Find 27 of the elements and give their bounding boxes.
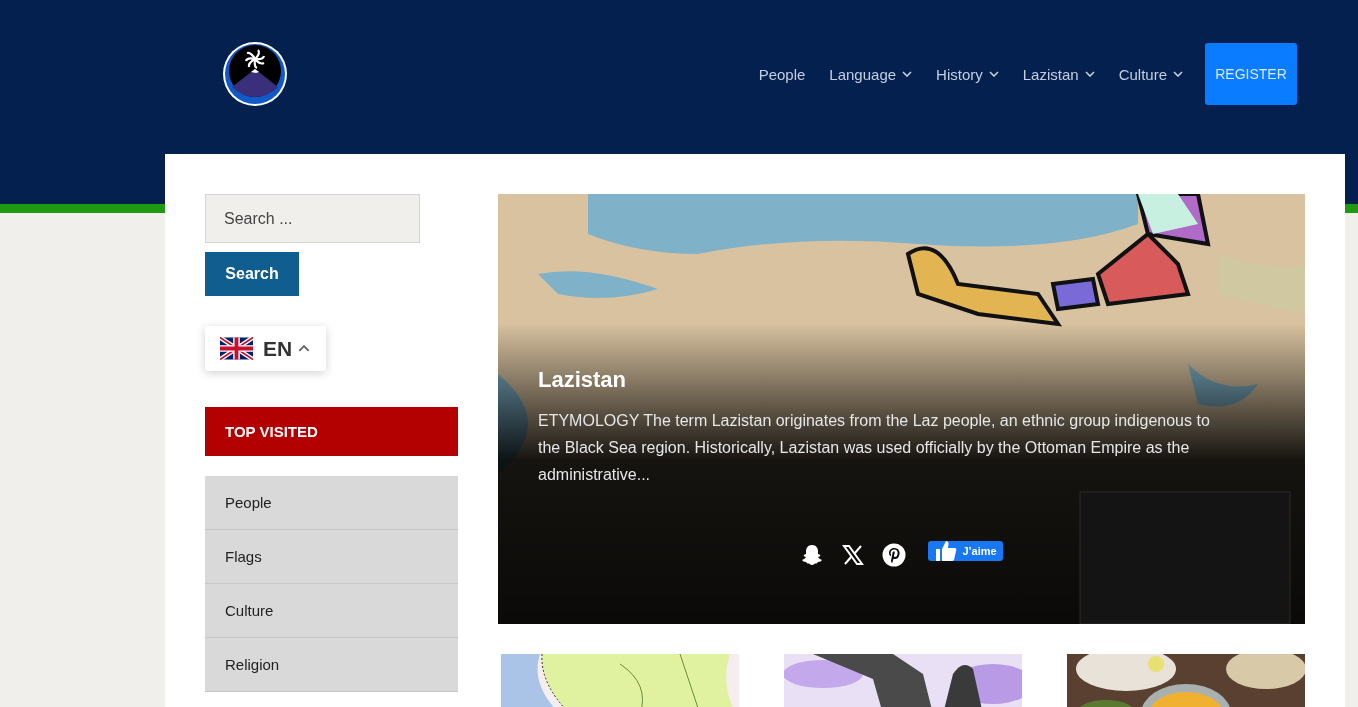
pin-icon[interactable] <box>882 543 907 567</box>
nav-link[interactable]: Lazistan <box>1022 65 1095 83</box>
ghost-icon[interactable] <box>800 543 825 567</box>
logo-icon[interactable] <box>222 41 288 107</box>
nav-link[interactable]: History <box>936 65 999 83</box>
search-field[interactable]: Search ... <box>205 194 420 243</box>
nav-link[interactable]: Language <box>829 65 913 83</box>
thumbs-up-icon <box>934 538 959 563</box>
chevron-icon <box>1084 71 1095 77</box>
nav-link[interactable]: Culture <box>1118 65 1183 83</box>
post-excerpt: ETYMOLOGY The term Lazistan originates from the Laz people, an ethnic group indigenous to the Black Sea region. Historically, Lazistan was used officially by the Ottoman Empire as the administrative... <box>538 411 1211 485</box>
chevron-icon <box>902 71 913 77</box>
post-title[interactable]: Lazistan <box>538 367 1213 393</box>
like-button[interactable]: J’aime <box>928 540 1003 561</box>
x-icon[interactable] <box>841 543 866 567</box>
section-heading: TOP VISITED <box>205 407 458 456</box>
search-button[interactable]: Search <box>205 252 299 296</box>
chevron-icon <box>1173 71 1183 77</box>
list-item[interactable]: Religion <box>205 638 458 692</box>
language-switcher[interactable]: EN <box>205 326 326 371</box>
chevron-icon <box>988 71 999 77</box>
chevron-icon <box>298 345 311 352</box>
flag-icon <box>220 336 253 361</box>
list-item[interactable]: People <box>205 476 458 530</box>
list-item[interactable]: Culture <box>205 584 458 638</box>
list-item[interactable]: Flags <box>205 530 458 584</box>
nav-link[interactable]: People <box>758 65 806 83</box>
